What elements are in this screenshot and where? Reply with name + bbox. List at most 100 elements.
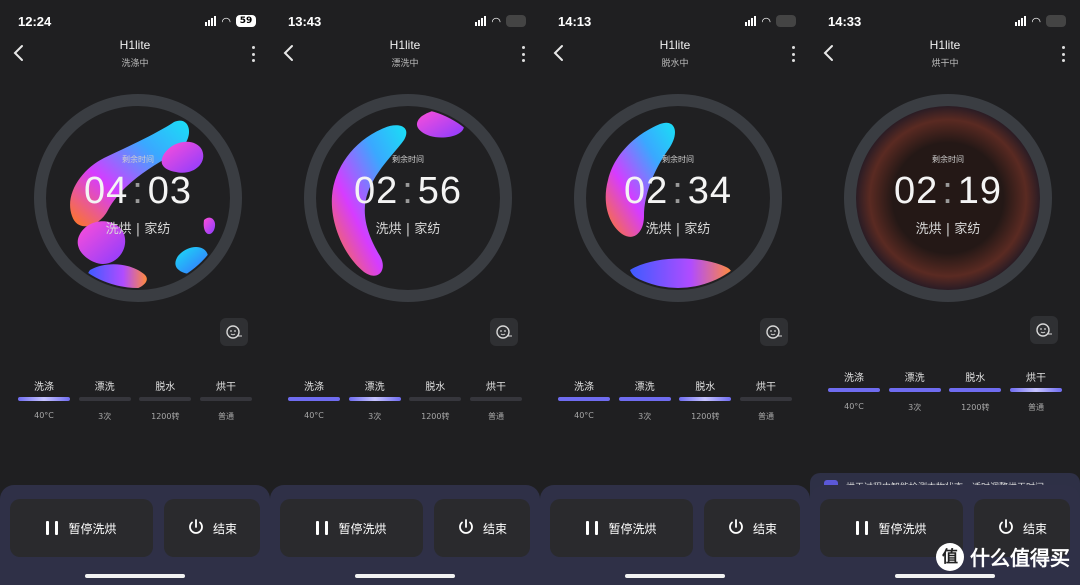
stage-progress-bar	[1009, 388, 1062, 392]
wifi-icon: ◠	[221, 14, 231, 28]
pause-button[interactable]: 暂停洗烘	[280, 499, 423, 557]
hours: 02	[623, 170, 669, 212]
pause-button[interactable]: 暂停洗烘	[10, 499, 153, 557]
status-bar: 13:43 ◠	[288, 12, 526, 30]
home-indicator	[625, 574, 725, 578]
power-icon	[727, 518, 745, 539]
power-icon	[457, 518, 475, 539]
stage-progress-bar	[828, 388, 880, 392]
child-lock-button[interactable]	[220, 318, 248, 346]
more-menu-icon[interactable]	[790, 46, 796, 62]
minutes: 19	[957, 170, 1003, 212]
signal-icon	[1015, 16, 1027, 26]
minutes: 56	[417, 170, 463, 212]
stage-progress-bar	[739, 397, 792, 401]
more-menu-icon[interactable]	[1060, 46, 1066, 62]
app-screen: 14:13 ◠ H1lite 脱水中 剩余时间 02: 34 洗烘 | 家纺 …	[540, 0, 810, 585]
stage-item: 洗涤 40°C	[828, 369, 880, 413]
cycle-status: 洗涤中	[121, 59, 149, 69]
top-nav: H1lite 漂洗中	[270, 36, 540, 72]
stage-progress-bar	[888, 388, 941, 392]
signal-icon	[475, 16, 487, 26]
stage-setting: 3次	[98, 412, 112, 421]
stage-setting: 普通	[1027, 403, 1044, 412]
child-lock-icon	[766, 325, 782, 339]
remaining-time: 02:19	[834, 170, 1062, 213]
app-screen: 12:24 ◠ 59 H1lite 洗涤中 剩余时间 04: 03 洗烘 | …	[0, 0, 270, 585]
stage-item: 洗涤 40°C	[558, 378, 610, 422]
app-screen: 13:43 ◠ H1lite 漂洗中 剩余时间 02: 56 洗烘 | 家纺 …	[270, 0, 540, 585]
stage-progress-bar	[348, 397, 401, 401]
stage-name: 脱水	[425, 382, 446, 393]
stage-progress-bar	[199, 397, 252, 401]
end-button[interactable]: 结束	[434, 499, 530, 557]
screenshot-collage: 12:24 ◠ 59 H1lite 洗涤中 剩余时间 04: 03 洗烘 | …	[0, 0, 1080, 585]
program-mode: 洗烘 | 家纺	[915, 222, 981, 237]
watermark-text: 什么值得买	[970, 546, 1070, 570]
cycle-stages: 洗涤 40°C 漂洗 3次 脱水 1200转 烘干 普通	[18, 378, 252, 422]
child-lock-button[interactable]	[760, 318, 788, 346]
remaining-time-dial: 剩余时间 02:34 洗烘 | 家纺	[564, 84, 792, 312]
pause-label: 暂停洗烘	[338, 521, 387, 536]
stage-name: 漂洗	[904, 373, 925, 384]
device-title: H1lite	[659, 38, 691, 52]
status-icons: ◠	[745, 15, 796, 28]
device-title: H1lite	[119, 38, 151, 52]
wifi-icon: ◠	[761, 14, 771, 28]
status-bar: 14:33 ◠	[828, 12, 1066, 30]
cycle-status: 脱水中	[661, 59, 689, 69]
stage-setting: 40°C	[574, 411, 594, 420]
time-separator: :	[672, 170, 684, 212]
stage-progress-bar	[469, 397, 522, 401]
status-time: 13:43	[288, 13, 322, 29]
battery-icon	[1046, 15, 1066, 27]
remaining-time-dial: 剩余时间 02:56 洗烘 | 家纺	[294, 84, 522, 312]
minutes: 34	[687, 170, 733, 212]
stage-name: 烘干	[755, 382, 776, 393]
stage-item: 漂洗 3次	[78, 378, 131, 422]
stage-setting: 普通	[757, 412, 774, 421]
status-bar: 12:24 ◠ 59	[18, 12, 256, 30]
stage-item: 洗涤 40°C	[18, 378, 70, 422]
stage-item: 漂洗 3次	[888, 369, 941, 413]
child-lock-icon	[226, 325, 242, 339]
time-separator: :	[942, 170, 954, 212]
end-label: 结束	[752, 521, 777, 536]
status-time: 12:24	[18, 13, 52, 29]
stage-item: 脱水 1200转	[949, 369, 1002, 413]
end-label: 结束	[482, 521, 507, 536]
child-lock-button[interactable]	[1030, 316, 1058, 344]
remaining-time: 02:34	[564, 170, 792, 213]
stage-progress-bar	[558, 397, 610, 401]
stage-progress-bar	[618, 397, 671, 401]
app-screen: 14:33 ◠ H1lite 烘干中 剩余时间 02: 19 洗烘 | 家纺 …	[810, 0, 1080, 585]
stage-name: 漂洗	[634, 382, 655, 393]
stage-setting: 1200转	[151, 412, 180, 421]
cycle-stages: 洗涤 40°C 漂洗 3次 脱水 1200转 烘干 普通	[558, 378, 792, 422]
battery-icon: 59	[236, 15, 256, 27]
stage-item: 漂洗 3次	[618, 378, 671, 422]
top-nav: H1lite 脱水中	[540, 36, 810, 72]
pause-icon	[316, 521, 329, 535]
hours: 04	[83, 170, 129, 212]
end-button[interactable]: 结束	[704, 499, 800, 557]
stage-name: 烘干	[215, 382, 236, 393]
signal-icon	[205, 16, 217, 26]
pause-label: 暂停洗烘	[68, 521, 117, 536]
more-menu-icon[interactable]	[520, 46, 526, 62]
pause-button[interactable]: 暂停洗烘	[550, 499, 693, 557]
more-menu-icon[interactable]	[250, 46, 256, 62]
stage-name: 漂洗	[94, 382, 115, 393]
child-lock-button[interactable]	[490, 318, 518, 346]
hours: 02	[893, 170, 939, 212]
time-separator: :	[132, 170, 144, 212]
end-button[interactable]: 结束	[164, 499, 260, 557]
stage-setting: 40°C	[304, 411, 324, 420]
status-icons: ◠	[1015, 15, 1066, 28]
power-icon	[997, 518, 1015, 539]
power-icon	[187, 518, 205, 539]
signal-icon	[745, 16, 757, 26]
stage-progress-bar	[679, 397, 732, 401]
remaining-time-label: 剩余时间	[932, 155, 964, 164]
home-indicator	[355, 574, 455, 578]
